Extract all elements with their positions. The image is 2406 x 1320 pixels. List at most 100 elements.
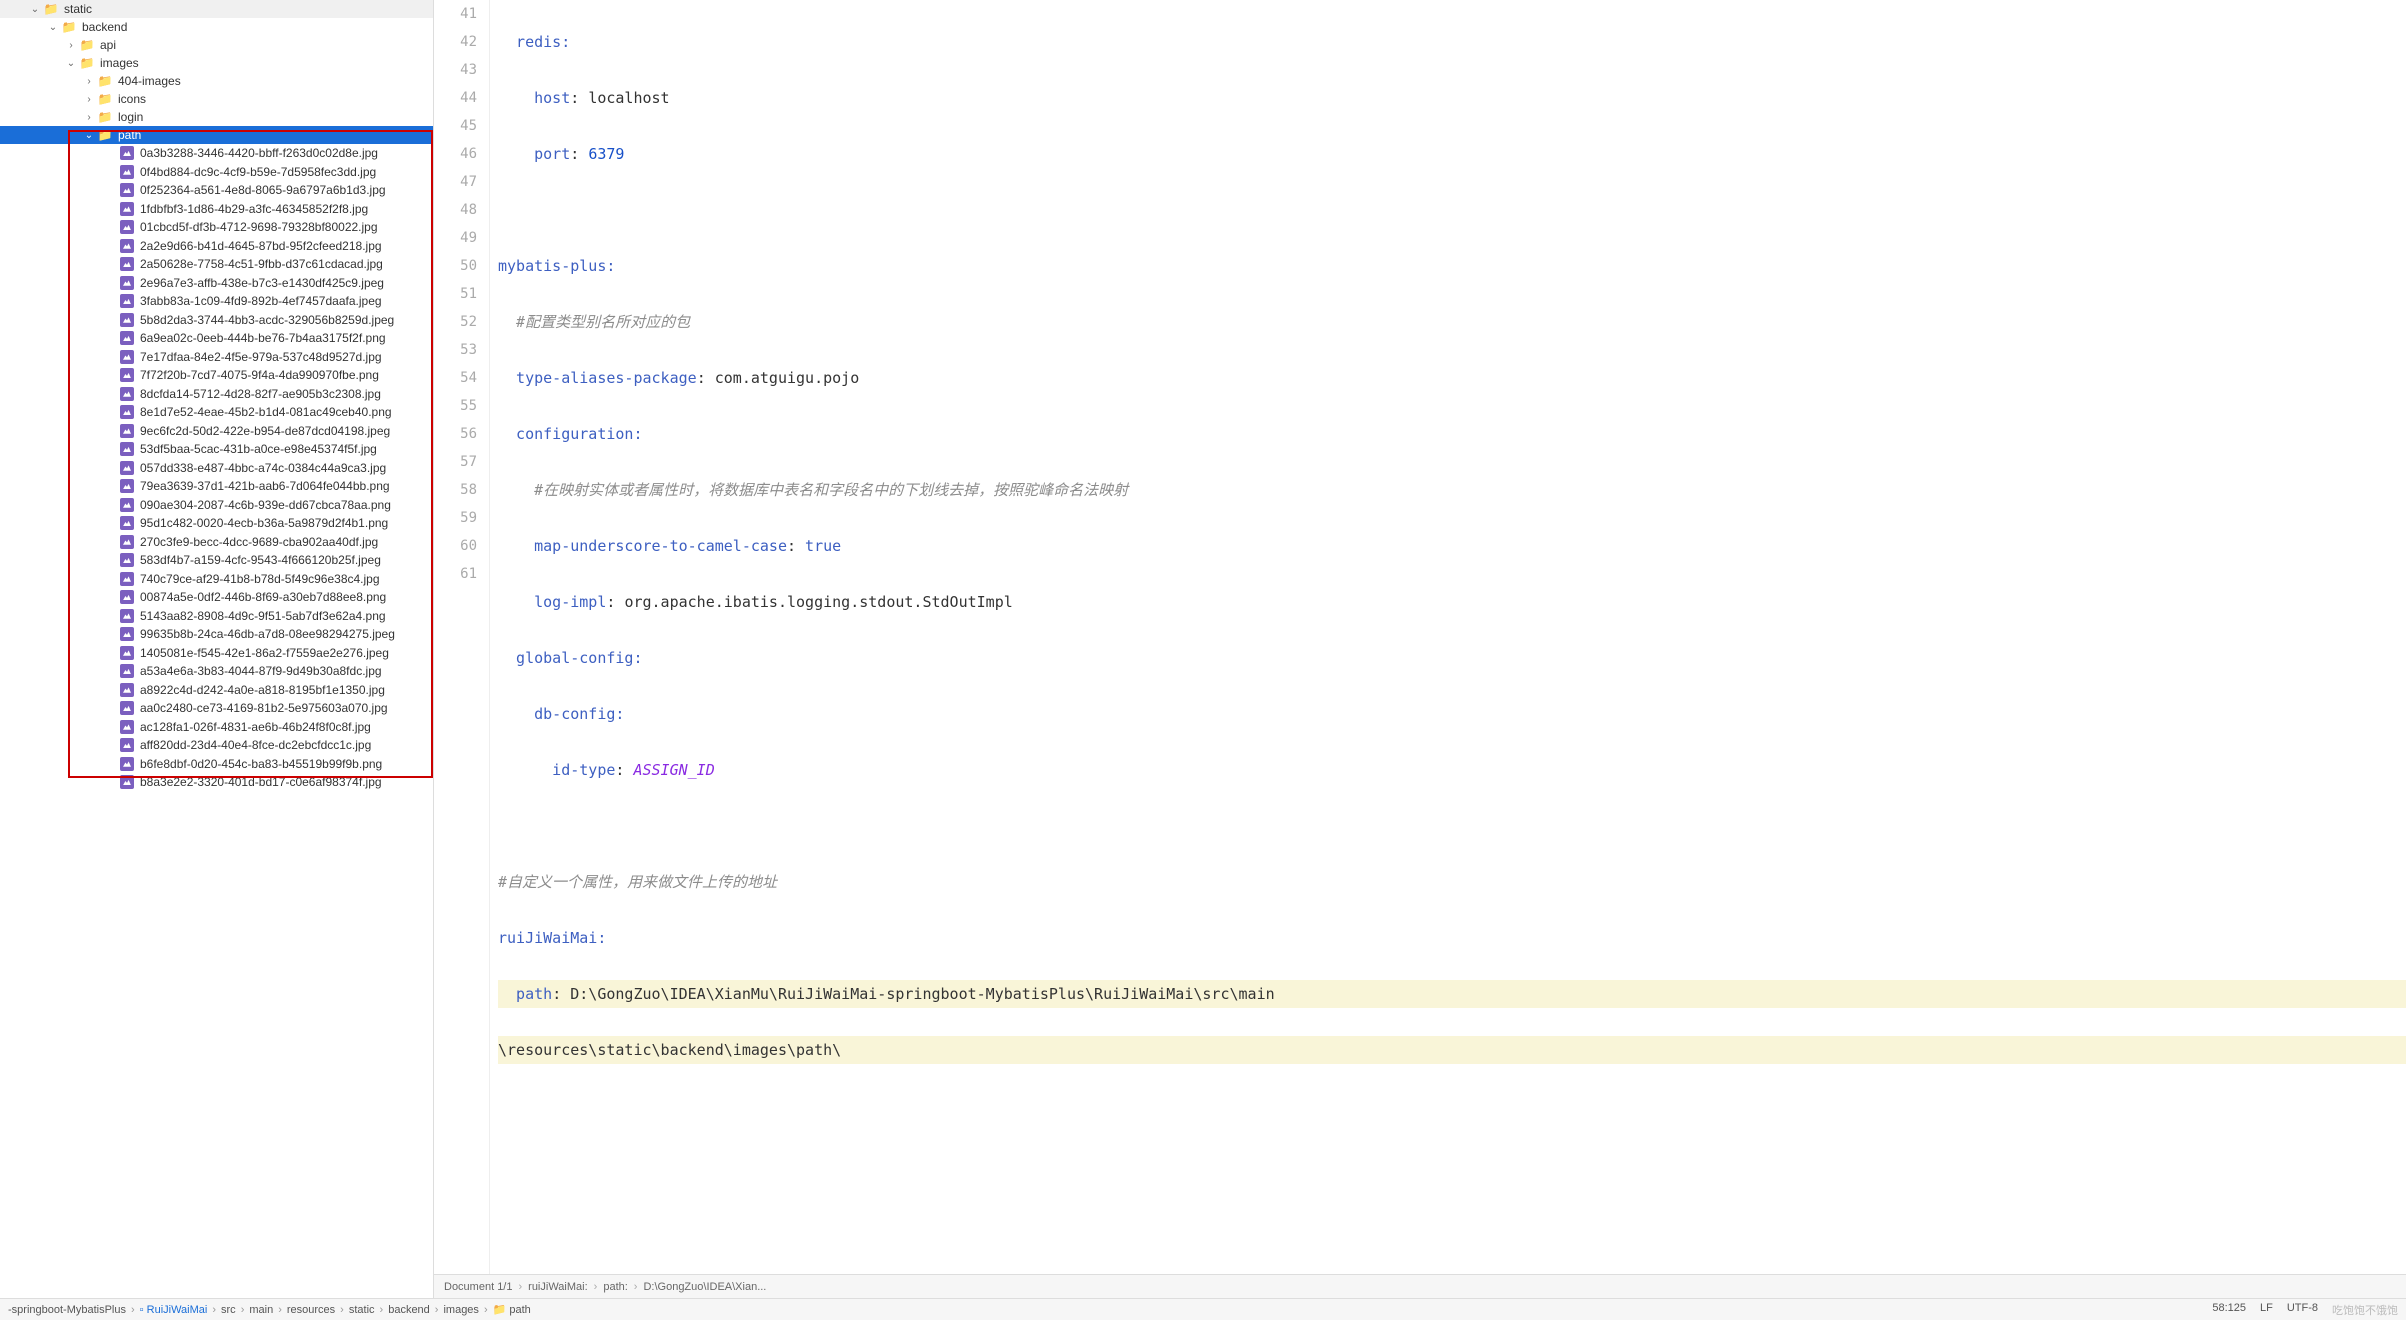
yaml-key: log-impl	[498, 593, 606, 611]
tree-file-label: 8dcfda14-5712-4d28-82f7-ae905b3c2308.jpg	[140, 387, 381, 401]
breadcrumb-item[interactable]: Document 1/1	[444, 1281, 512, 1293]
breadcrumb-item[interactable]: resources	[287, 1304, 335, 1316]
tree-file[interactable]: ac128fa1-026f-4831-ae6b-46b24f8f0c8f.jpg	[0, 718, 433, 737]
tree-file[interactable]: aa0c2480-ce73-4169-81b2-5e975603a070.jpg	[0, 699, 433, 718]
line-number: 57	[434, 448, 477, 476]
chevron-down-icon: ⌄	[28, 4, 42, 15]
tree-file[interactable]: 00874a5e-0df2-446b-8f69-a30eb7d88ee8.png	[0, 588, 433, 607]
image-file-icon	[118, 662, 136, 680]
image-file-icon	[118, 255, 136, 273]
tree-file-label: a8922c4d-d242-4a0e-a818-8195bf1e1350.jpg	[140, 683, 385, 697]
file-encoding[interactable]: UTF-8	[2287, 1302, 2318, 1318]
editor-breadcrumb[interactable]: Document 1/1 › ruiJiWaiMai: › path: › D:…	[434, 1274, 2406, 1298]
tree-file-label: 7e17dfaa-84e2-4f5e-979a-537c48d9527d.jpg	[140, 350, 382, 364]
tree-file[interactable]: a8922c4d-d242-4a0e-a818-8195bf1e1350.jpg	[0, 681, 433, 700]
tree-file[interactable]: 79ea3639-37d1-421b-aab6-7d064fe044bb.png	[0, 477, 433, 496]
yaml-comment: #在映射实体或者属性时，将数据库中表名和字段名中的下划线去掉，按照驼峰命名法映射	[498, 481, 1128, 499]
tree-file[interactable]: 5143aa82-8908-4d9c-9f51-5ab7df3e62a4.png	[0, 607, 433, 626]
tree-file[interactable]: 5b8d2da3-3744-4bb3-acdc-329056b8259d.jpe…	[0, 311, 433, 330]
tree-file-label: 99635b8b-24ca-46db-a7d8-08ee98294275.jpe…	[140, 627, 395, 641]
breadcrumb-item[interactable]: D:\GongZuo\IDEA\Xian...	[643, 1281, 766, 1293]
breadcrumb-item[interactable]: main	[249, 1304, 273, 1316]
nav-breadcrumb[interactable]: -springboot-MybatisPlus › ▫ RuiJiWaiMai › sr…	[0, 1298, 2406, 1320]
tree-file[interactable]: 0a3b3288-3446-4420-bbff-f263d0c02d8e.jpg	[0, 144, 433, 163]
tree-file[interactable]: 99635b8b-24ca-46db-a7d8-08ee98294275.jpe…	[0, 625, 433, 644]
breadcrumb-item[interactable]: static	[349, 1304, 375, 1316]
tree-file[interactable]: 090ae304-2087-4c6b-939e-dd67cbca78aa.png	[0, 496, 433, 515]
line-number: 41	[434, 0, 477, 28]
image-file-icon	[118, 681, 136, 699]
tree-file[interactable]: 3fabb83a-1c09-4fd9-892b-4ef7457daafa.jpe…	[0, 292, 433, 311]
tree-file[interactable]: 95d1c482-0020-4ecb-b36a-5a9879d2f4b1.png	[0, 514, 433, 533]
chevron-right-icon: ›	[380, 1304, 384, 1316]
tree-file[interactable]: 0f252364-a561-4e8d-8065-9a6797a6b1d3.jpg	[0, 181, 433, 200]
tree-label: icons	[118, 92, 146, 106]
tree-file[interactable]: 8e1d7e52-4eae-45b2-b1d4-081ac49ceb40.png	[0, 403, 433, 422]
folder-icon: 📁	[60, 18, 78, 36]
tree-file[interactable]: 01cbcd5f-df3b-4712-9698-79328bf80022.jpg	[0, 218, 433, 237]
code-editor[interactable]: 4142434445464748495051525354555657585960…	[434, 0, 2406, 1274]
image-file-icon	[118, 274, 136, 292]
tree-file[interactable]: 9ec6fc2d-50d2-422e-b954-de87dcd04198.jpe…	[0, 422, 433, 441]
line-number: 53	[434, 336, 477, 364]
tree-file[interactable]: 8dcfda14-5712-4d28-82f7-ae905b3c2308.jpg	[0, 385, 433, 404]
line-separator[interactable]: LF	[2260, 1302, 2273, 1318]
tree-file[interactable]: b6fe8dbf-0d20-454c-ba83-b45519b99f9b.png	[0, 755, 433, 774]
tree-file[interactable]: 53df5baa-5cac-431b-a0ce-e98e45374f5f.jpg	[0, 440, 433, 459]
tree-label: path	[118, 128, 141, 142]
tree-folder-path[interactable]: ⌄ 📁 path	[0, 126, 433, 144]
breadcrumb-item[interactable]: ruiJiWaiMai:	[528, 1281, 588, 1293]
tree-file[interactable]: 6a9ea02c-0eeb-444b-be76-7b4aa3175f2f.png	[0, 329, 433, 348]
tree-file[interactable]: 740c79ce-af29-41b8-b78d-5f49c96e38c4.jpg	[0, 570, 433, 589]
tree-file[interactable]: 7e17dfaa-84e2-4f5e-979a-537c48d9527d.jpg	[0, 348, 433, 367]
yaml-key: port	[498, 145, 570, 163]
tree-file[interactable]: 2e96a7e3-affb-438e-b7c3-e1430df425c9.jpe…	[0, 274, 433, 293]
image-file-icon	[118, 607, 136, 625]
tree-file[interactable]: 270c3fe9-becc-4dcc-9689-cba902aa40df.jpg	[0, 533, 433, 552]
tree-file[interactable]: 2a2e9d66-b41d-4645-87bd-95f2cfeed218.jpg	[0, 237, 433, 256]
project-tree[interactable]: ⌄ 📁 static ⌄ 📁 backend › 📁 api ⌄ 📁 image…	[0, 0, 434, 1298]
tree-folder-backend[interactable]: ⌄ 📁 backend	[0, 18, 433, 36]
tree-file[interactable]: 583df4b7-a159-4cfc-9543-4f666120b25f.jpe…	[0, 551, 433, 570]
tree-file[interactable]: b8a3e2e2-3320-401d-bd17-c0e6af98374f.jpg	[0, 773, 433, 792]
tree-file[interactable]: aff820dd-23d4-40e4-8fce-dc2ebcfdcc1c.jpg	[0, 736, 433, 755]
image-file-icon	[118, 625, 136, 643]
line-number: 60	[434, 532, 477, 560]
tree-folder-login[interactable]: › 📁 login	[0, 108, 433, 126]
breadcrumb-item[interactable]: src	[221, 1304, 236, 1316]
cursor-position[interactable]: 58:125	[2212, 1302, 2246, 1318]
code-content[interactable]: redis: host: localhost port: 6379 mybati…	[490, 0, 2406, 1274]
tree-file[interactable]: 1fdbfbf3-1d86-4b29-a3fc-46345852f2f8.jpg	[0, 200, 433, 219]
tree-file[interactable]: 0f4bd884-dc9c-4cf9-b59e-7d5958fec3dd.jpg	[0, 163, 433, 182]
tree-file[interactable]: 7f72f20b-7cd7-4075-9f4a-4da990970fbe.png	[0, 366, 433, 385]
tree-folder-api[interactable]: › 📁 api	[0, 36, 433, 54]
yaml-value: D:\GongZuo\IDEA\XianMu\RuiJiWaiMai-sprin…	[570, 985, 1274, 1003]
breadcrumb-item[interactable]: 📁 path	[493, 1304, 531, 1316]
tree-file[interactable]: 057dd338-e487-4bbc-a74c-0384c44a9ca3.jpg	[0, 459, 433, 478]
line-number: 42	[434, 28, 477, 56]
breadcrumb-item[interactable]: backend	[388, 1304, 430, 1316]
yaml-value: com.atguigu.pojo	[715, 369, 860, 387]
chevron-right-icon: ›	[340, 1304, 344, 1316]
tree-file-label: 9ec6fc2d-50d2-422e-b954-de87dcd04198.jpe…	[140, 424, 390, 438]
image-file-icon	[118, 311, 136, 329]
chevron-right-icon: ›	[435, 1304, 439, 1316]
tree-file-label: b8a3e2e2-3320-401d-bd17-c0e6af98374f.jpg	[140, 775, 382, 789]
breadcrumb-item[interactable]: ▫ RuiJiWaiMai	[140, 1304, 208, 1316]
editor-area: 4142434445464748495051525354555657585960…	[434, 0, 2406, 1298]
line-number: 59	[434, 504, 477, 532]
image-file-icon	[118, 496, 136, 514]
breadcrumb-item[interactable]: -springboot-MybatisPlus	[8, 1304, 126, 1316]
tree-file[interactable]: 2a50628e-7758-4c51-9fbb-d37c61cdacad.jpg	[0, 255, 433, 274]
tree-folder-images[interactable]: ⌄ 📁 images	[0, 54, 433, 72]
tree-folder-icons[interactable]: › 📁 icons	[0, 90, 433, 108]
tree-file-label: a53a4e6a-3b83-4044-87f9-9d49b30a8fdc.jpg	[140, 664, 382, 678]
tree-folder-static[interactable]: ⌄ 📁 static	[0, 0, 433, 18]
tree-file[interactable]: 1405081e-f545-42e1-86a2-f7559ae2e276.jpe…	[0, 644, 433, 663]
breadcrumb-item[interactable]: path:	[603, 1281, 627, 1293]
breadcrumb-item[interactable]: images	[443, 1304, 478, 1316]
gutter: 4142434445464748495051525354555657585960…	[434, 0, 490, 1274]
tree-file[interactable]: a53a4e6a-3b83-4044-87f9-9d49b30a8fdc.jpg	[0, 662, 433, 681]
tree-folder-404[interactable]: › 📁 404-images	[0, 72, 433, 90]
chevron-right-icon: ›	[82, 76, 96, 87]
